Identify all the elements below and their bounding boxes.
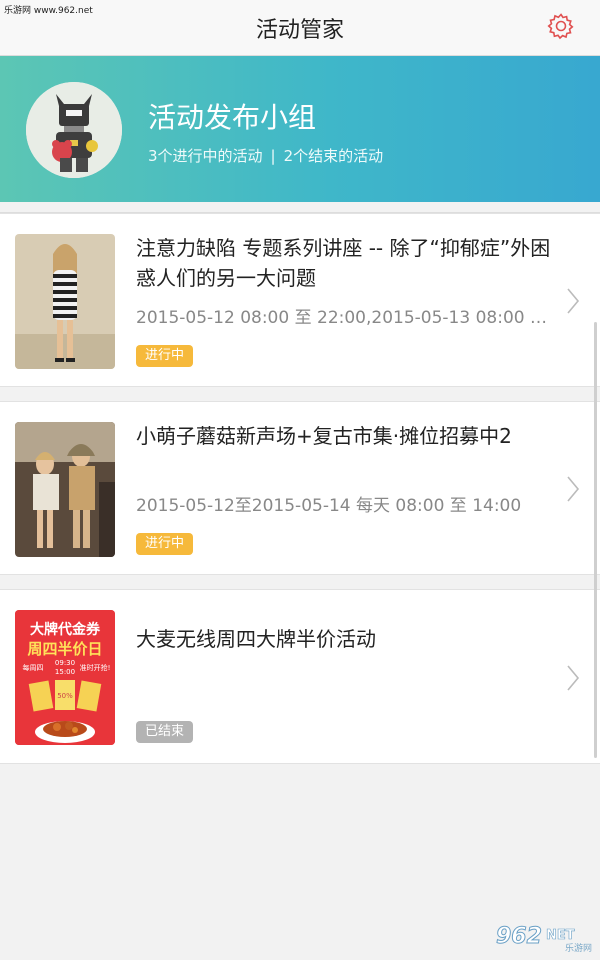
status-badge: 进行中 [136,533,194,555]
group-avatar[interactable] [26,82,122,178]
gear-icon[interactable] [546,11,576,41]
activity-poster: 大牌代金券 周四半价日 每周四 09:30 15:00 准时开抢! 50% [15,610,115,745]
watermark-sub: 乐游网 [564,944,592,954]
activity-thumbnail [15,234,115,369]
chevron-right-icon [567,665,580,691]
status-badge: 已结束 [136,721,194,743]
poster-text: 09:30 [55,659,75,667]
status-badge: 进行中 [136,345,194,367]
chevron-right-icon [567,476,580,502]
poster-text: 15:00 [55,668,75,676]
group-name: 活动发布小组 [148,101,317,134]
watermark-number: 962 [496,924,543,950]
activity-thumbnail [15,422,115,557]
activity-card[interactable]: 注意力缺陷 专题系列讲座 -- 除了“抑郁症”外困惑人们的另一大问题 2015-… [0,213,600,387]
ongoing-count[interactable]: 3个进行中的活动 [148,147,263,165]
lego-batman-figure-image [26,82,122,178]
poster-headline: 大牌代金券 [30,621,101,638]
poster-headline: 周四半价日 [27,640,102,658]
ended-count[interactable]: 2个结束的活动 [284,147,384,165]
activity-title: 小萌子蘑菇新声场+复古市集·摊位招募中2 [136,424,512,448]
page-title: 活动管家 [255,18,344,43]
group-stats: 3个进行中的活动 | 2个结束的活动 [148,145,383,166]
poster-badge: 50% [57,692,73,700]
activity-title: 注意力缺陷 专题系列讲座 -- 除了“抑郁症”外困惑人们的另一大问题 [136,236,551,290]
group-banner: 活动发布小组 3个进行中的活动 | 2个结束的活动 [0,56,600,202]
chevron-right-icon [567,288,580,314]
activity-time: 2015-05-12 08:00 至 22:00,2015-05-13 08:0… [136,308,560,328]
activity-card[interactable]: 小萌子蘑菇新声场+复古市集·摊位招募中2 2015-05-12至2015-05-… [0,401,600,575]
scrollbar[interactable] [594,322,597,758]
poster-text: 每周四 [23,663,44,672]
activity-title: 大麦无线周四大牌半价活动 [136,627,376,651]
activity-time: 2015-05-12至2015-05-14 每天 08:00 至 14:00 [136,496,522,516]
stats-separator: | [270,147,276,165]
activity-card[interactable]: 大牌代金券 周四半价日 每周四 09:30 15:00 准时开抢! 50% 大麦… [0,589,600,764]
watermark-top: 乐游网 www.962.net [4,6,93,16]
watermark-logo: 962 NET 乐游网 [496,924,592,955]
poster-text: 准时开抢! [80,663,111,672]
